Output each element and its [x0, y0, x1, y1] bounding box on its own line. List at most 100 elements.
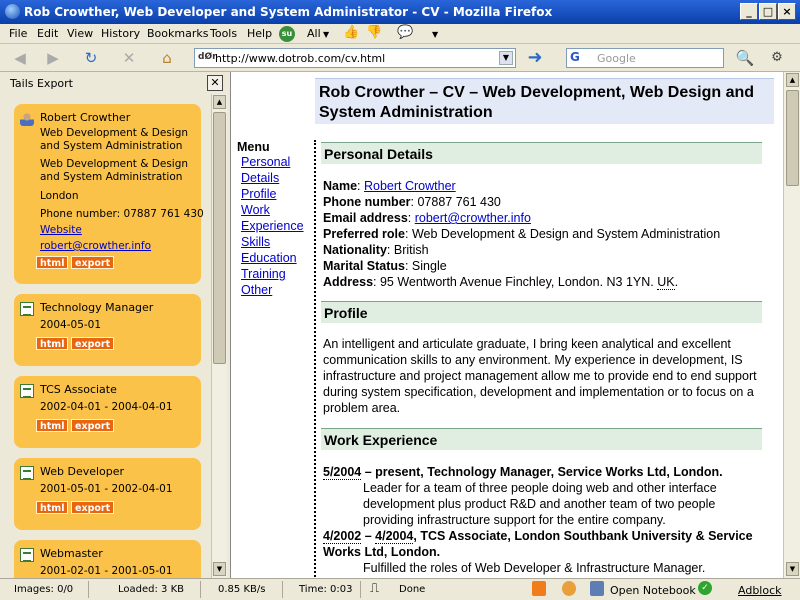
detail-label: Marital Status [323, 259, 405, 273]
content-scrollbar[interactable]: ▲ ▼ [783, 72, 800, 578]
stumbleupon-icon[interactable]: su [279, 26, 295, 42]
url-bar[interactable]: dØr http://www.dotrob.com/cv.html ▼ [194, 48, 516, 68]
menu-link-personal[interactable]: Personal [241, 154, 304, 170]
menu-link-experience[interactable]: Experience [241, 218, 304, 234]
more-dropdown-icon[interactable]: ▼ [432, 30, 438, 39]
page-title: Rob Crowther – CV – Web Development, Web… [319, 84, 755, 121]
person-role: Web Development & Design [40, 127, 189, 139]
thumbs-up-icon[interactable]: 👍 [343, 25, 359, 40]
maximize-button[interactable]: □ [759, 3, 777, 20]
menu-view[interactable]: View [67, 27, 93, 40]
sidebar-scroll-thumb[interactable] [213, 112, 226, 364]
menu-link-work[interactable]: Work [241, 202, 304, 218]
cv-menu-title: Menu [237, 140, 270, 154]
section-heading-work: Work Experience [321, 428, 762, 450]
notebook-icon[interactable] [590, 581, 604, 596]
sidebar-close-button[interactable]: ✕ [207, 75, 223, 91]
menu-help[interactable]: Help [247, 27, 272, 40]
person-card: Robert Crowther Web Development & Design… [14, 104, 204, 284]
name-link[interactable]: Robert Crowther [364, 179, 456, 193]
detail-phone: Phone number: 07887 761 430 [323, 195, 501, 209]
status-speed: 0.85 KB/s [218, 584, 266, 595]
export-button[interactable]: export [71, 419, 115, 432]
detail-address: Address: 95 Wentworth Avenue Finchley, L… [323, 275, 679, 290]
url-text[interactable]: http://www.dotrob.com/cv.html [215, 52, 385, 65]
detail-value: 95 Wentworth Avenue Finchley, London. N3… [379, 275, 654, 289]
export-button[interactable]: export [71, 337, 115, 350]
all-dropdown-icon[interactable]: ▼ [323, 30, 329, 39]
document-icon [20, 466, 34, 480]
activity-monitor-icon[interactable]: ⎍ [370, 581, 379, 596]
sidebar-scrollbar[interactable]: ▲ ▼ [211, 94, 227, 578]
forward-icon[interactable]: ▶ [42, 48, 64, 68]
person-role: and System Administration [40, 140, 183, 152]
job-card: Web Developer 2001-05-01 - 2002-04-01 ht… [14, 458, 201, 530]
go-icon[interactable]: ➜ [524, 48, 546, 68]
job-description: Leader for a team of three people doing … [363, 481, 717, 527]
search-go-icon[interactable]: 🔍 [734, 48, 756, 68]
rss-icon[interactable] [532, 581, 546, 596]
menu-file[interactable]: File [9, 27, 27, 40]
export-button[interactable]: export [71, 256, 115, 269]
menu-link-other[interactable]: Other [241, 282, 304, 298]
html-button[interactable]: html [36, 419, 69, 432]
open-notebook-button[interactable]: Open Notebook [610, 584, 696, 597]
minimize-button[interactable]: _ [740, 3, 758, 20]
job-dates: 2002-04-01 - 2004-04-01 [40, 401, 173, 413]
status-separator [360, 581, 361, 598]
person-email-link[interactable]: robert@crowther.info [40, 240, 151, 252]
menu-link-training[interactable]: Training [241, 266, 304, 282]
reload-icon[interactable]: ↻ [80, 48, 102, 68]
addon-face-icon[interactable] [562, 581, 576, 596]
job-summary: – present, Technology Manager, Service W… [361, 465, 723, 479]
person-name: Robert Crowther [40, 111, 131, 124]
google-icon[interactable]: G [570, 50, 580, 64]
person-city: London [40, 190, 79, 202]
stop-icon[interactable]: ✕ [118, 48, 140, 68]
scroll-down-icon[interactable]: ▼ [213, 562, 226, 576]
person-website-link[interactable]: Website [40, 224, 82, 236]
close-button[interactable]: × [778, 3, 796, 20]
scroll-up-icon[interactable]: ▲ [213, 95, 226, 109]
menu-history[interactable]: History [101, 27, 140, 40]
scroll-up-icon[interactable]: ▲ [786, 73, 799, 87]
job-start-date: 5/2004 [323, 465, 362, 480]
detail-role: Preferred role: Web Development & Design… [323, 227, 721, 241]
back-icon[interactable]: ◀ [9, 48, 31, 68]
sidebar-panel: Tails Export ✕ Robert Crowther Web Devel… [0, 72, 228, 590]
menu-link-details[interactable]: Details [241, 170, 304, 186]
person-icon [20, 112, 34, 126]
html-button[interactable]: html [36, 501, 69, 514]
section-heading-profile: Profile [321, 301, 762, 323]
menu-tools[interactable]: Tools [210, 27, 237, 40]
home-icon[interactable]: ⌂ [156, 48, 178, 68]
search-bar[interactable]: G Google [566, 48, 724, 68]
job-dates: 2004-05-01 [40, 319, 102, 331]
comment-icon[interactable]: 💬 [397, 25, 413, 40]
email-link[interactable]: robert@crowther.info [415, 211, 531, 225]
url-dropdown-icon[interactable]: ▼ [499, 51, 513, 65]
tools-gear-icon[interactable]: ⚙ [766, 48, 788, 68]
menu-link-skills[interactable]: Skills [241, 234, 304, 250]
html-button[interactable]: html [36, 337, 69, 350]
detail-value: British [393, 243, 429, 257]
menu-edit[interactable]: Edit [37, 27, 58, 40]
status-separator [88, 581, 89, 598]
detail-label: Nationality [323, 243, 387, 257]
site-favicon-icon: dØr [198, 52, 217, 62]
adblock-button[interactable]: Adblock [738, 584, 782, 597]
menu-all[interactable]: All [307, 27, 321, 40]
thumbs-down-icon[interactable]: 👎 [366, 25, 382, 40]
document-icon [20, 384, 34, 398]
menu-bookmarks[interactable]: Bookmarks [147, 27, 208, 40]
export-button[interactable]: export [71, 501, 115, 514]
content-scroll-thumb[interactable] [786, 90, 799, 186]
job-date-sep: – [361, 529, 376, 543]
scroll-down-icon[interactable]: ▼ [786, 562, 799, 576]
menu-link-education[interactable]: Education [241, 250, 304, 266]
job-title: Webmaster [40, 547, 103, 560]
detail-value: Web Development & Design and System Admi… [411, 227, 721, 241]
html-button[interactable]: html [36, 256, 69, 269]
menu-link-profile[interactable]: Profile [241, 186, 304, 202]
checkmark-icon[interactable]: ✓ [698, 581, 712, 595]
